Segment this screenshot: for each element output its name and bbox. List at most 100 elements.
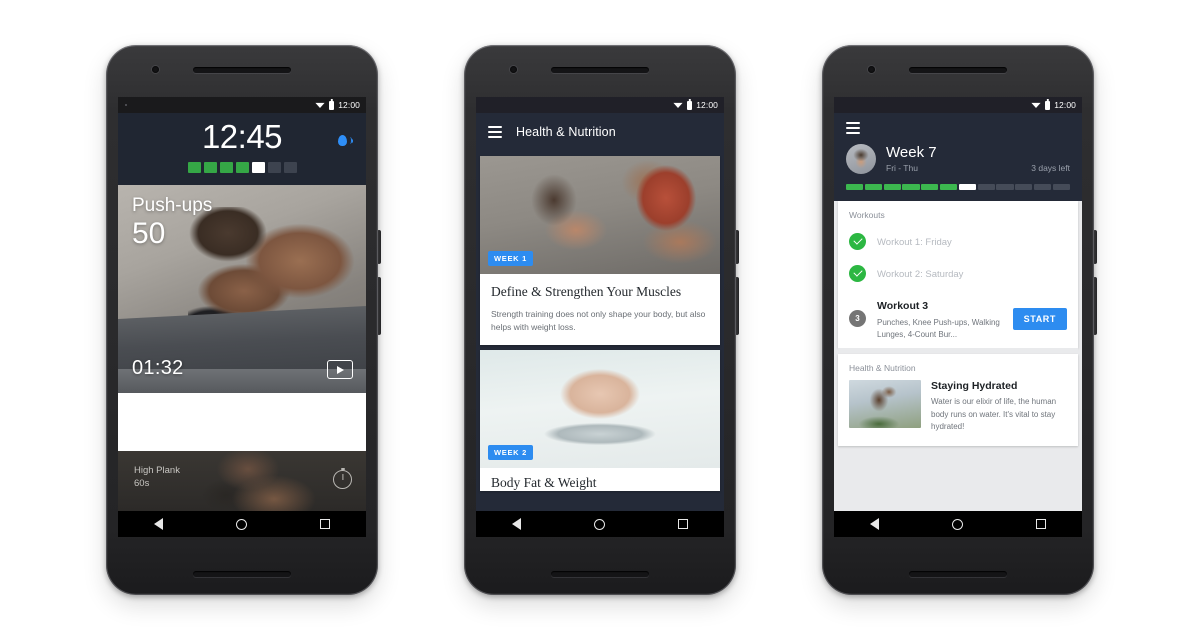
article-card[interactable]: WEEK 1 Define & Strengthen Your Muscles …	[480, 156, 720, 346]
status-clock: 12:00	[1054, 100, 1076, 110]
next-exercise-duration: 60s	[134, 478, 150, 489]
phone-device-week-overview: 12:00 Week 7 Fri - Thu 3 days left Worko…	[822, 45, 1097, 595]
progress-segment-4	[921, 184, 939, 190]
workout-list-item[interactable]: Workout 1: Friday	[838, 225, 1078, 257]
progress-segment-2	[883, 184, 901, 190]
nutrition-text-group: Staying Hydrated Water is our elixir of …	[931, 380, 1067, 434]
workout-complete-check-icon	[849, 264, 866, 282]
progress-segment-10	[1033, 184, 1052, 190]
nutrition-article-image	[849, 380, 921, 428]
progress-segment-11	[1052, 184, 1071, 190]
heart-rate-sensor-icon[interactable]	[338, 135, 353, 146]
workout-list-item-current[interactable]: 3 Workout 3 Punches, Knee Push-ups, Walk…	[838, 289, 1078, 348]
workout-list-item[interactable]: Workout 2: Saturday	[838, 257, 1078, 289]
week-title: Week 7	[886, 143, 937, 161]
workout-name: Workout 2: Saturday	[877, 269, 964, 280]
nutrition-article-excerpt: Water is our elixir of life, the human b…	[931, 397, 1057, 432]
battery-icon	[687, 100, 693, 110]
week-badge: WEEK 2	[488, 445, 533, 461]
front-camera-icon	[510, 66, 517, 73]
phone-device-workout-player: 12:00 12:45 Push-ups 50 01:32 High Plank…	[106, 45, 381, 595]
session-clock: 12:45	[201, 118, 283, 155]
stopwatch-icon[interactable]	[333, 470, 352, 489]
user-avatar[interactable]	[846, 144, 876, 174]
app-bar: Health & Nutrition	[476, 113, 724, 151]
front-camera-icon	[152, 66, 159, 73]
round-segment-2	[219, 162, 233, 173]
article-feed[interactable]: WEEK 1 Define & Strengthen Your Muscles …	[476, 151, 724, 511]
battery-icon	[329, 100, 335, 110]
status-notification-dot	[125, 104, 127, 106]
next-exercise-photo	[118, 451, 366, 511]
next-exercise-row[interactable]: High Plank 60s	[118, 451, 366, 511]
article-image: WEEK 1	[480, 156, 720, 274]
article-card[interactable]: WEEK 2 Body Fat & Weight	[480, 350, 720, 492]
nutrition-section-label: Health & Nutrition	[849, 363, 916, 373]
days-left-label: 3 days left	[1031, 163, 1070, 173]
back-triangle-icon[interactable]	[154, 518, 164, 530]
recents-square-icon[interactable]	[1035, 519, 1046, 529]
hamburger-menu-icon[interactable]	[846, 122, 860, 134]
android-navigation-bar	[476, 511, 724, 537]
wifi-icon	[673, 101, 683, 109]
round-segment-4	[251, 162, 265, 173]
round-segment-6	[283, 162, 297, 173]
workout-complete-check-icon	[849, 232, 866, 250]
round-segment-1	[203, 162, 217, 173]
workout-text-group: Workout 1: Friday	[877, 232, 952, 250]
front-camera-icon	[868, 66, 875, 73]
progress-segment-9	[1015, 184, 1033, 190]
bottom-speaker	[909, 571, 1007, 577]
next-exercise-name: High Plank	[134, 465, 180, 476]
week-date-range: Fri - Thu	[886, 163, 918, 174]
progress-segment-3	[902, 184, 920, 190]
workouts-section-label: Workouts	[849, 210, 885, 220]
week-header-row: Week 7 Fri - Thu 3 days left	[846, 144, 1070, 174]
workout-number-badge: 3	[849, 310, 866, 327]
week-badge: WEEK 1	[488, 251, 533, 266]
hamburger-menu-icon[interactable]	[488, 126, 502, 138]
phone3-screen: 12:00 Week 7 Fri - Thu 3 days left Worko…	[834, 97, 1082, 537]
exercise-hero[interactable]: Push-ups 50 01:32	[118, 185, 366, 393]
article-title: Define & Strengthen Your Muscles	[491, 284, 682, 299]
home-circle-icon[interactable]	[951, 518, 963, 530]
earpiece-speaker	[551, 67, 649, 73]
nutrition-article-item[interactable]: Staying Hydrated Water is our elixir of …	[838, 378, 1078, 446]
home-circle-icon[interactable]	[235, 518, 247, 530]
status-clock: 12:00	[338, 100, 360, 110]
workout-name: Workout 3	[877, 300, 929, 312]
back-triangle-icon[interactable]	[512, 518, 522, 530]
status-bar: 12:00	[834, 97, 1082, 113]
phone2-screen: 12:00 Health & Nutrition WEEK 1 Define &…	[476, 97, 724, 537]
battery-icon	[1045, 100, 1051, 110]
exercise-reps: 50	[132, 217, 166, 250]
earpiece-speaker	[909, 67, 1007, 73]
start-workout-button[interactable]: START	[1012, 307, 1067, 330]
volume-button[interactable]	[1093, 277, 1097, 335]
week-label-group: Week 7 Fri - Thu	[886, 143, 937, 174]
app-bar-title: Health & Nutrition	[516, 125, 616, 139]
power-button[interactable]	[377, 230, 381, 264]
workout-text-group: Workout 2: Saturday	[877, 264, 963, 282]
home-circle-icon[interactable]	[593, 518, 605, 530]
round-progress-segments	[118, 162, 366, 173]
article-card-body: Define & Strengthen Your Muscles Strengt…	[480, 274, 720, 345]
android-navigation-bar	[118, 511, 366, 537]
recents-square-icon[interactable]	[319, 519, 330, 529]
play-button-icon[interactable]	[327, 360, 353, 379]
wifi-icon	[1031, 101, 1041, 109]
round-segment-3	[235, 162, 249, 173]
power-button[interactable]	[735, 230, 739, 264]
back-triangle-icon[interactable]	[870, 518, 880, 530]
volume-button[interactable]	[377, 277, 381, 335]
exercise-timer: 01:32	[132, 357, 184, 379]
workout-text-group: Workout 3 Punches, Knee Push-ups, Walkin…	[877, 296, 1013, 341]
power-button[interactable]	[1093, 230, 1097, 264]
screenshot-stage: 12:00 12:45 Push-ups 50 01:32 High Plank…	[0, 0, 1200, 640]
article-title: Body Fat & Weight	[491, 475, 597, 491]
recents-square-icon[interactable]	[677, 519, 688, 529]
volume-button[interactable]	[735, 277, 739, 335]
progress-segment-1	[864, 184, 883, 190]
phone-device-health-feed: 12:00 Health & Nutrition WEEK 1 Define &…	[464, 45, 739, 595]
status-clock: 12:00	[696, 100, 718, 110]
